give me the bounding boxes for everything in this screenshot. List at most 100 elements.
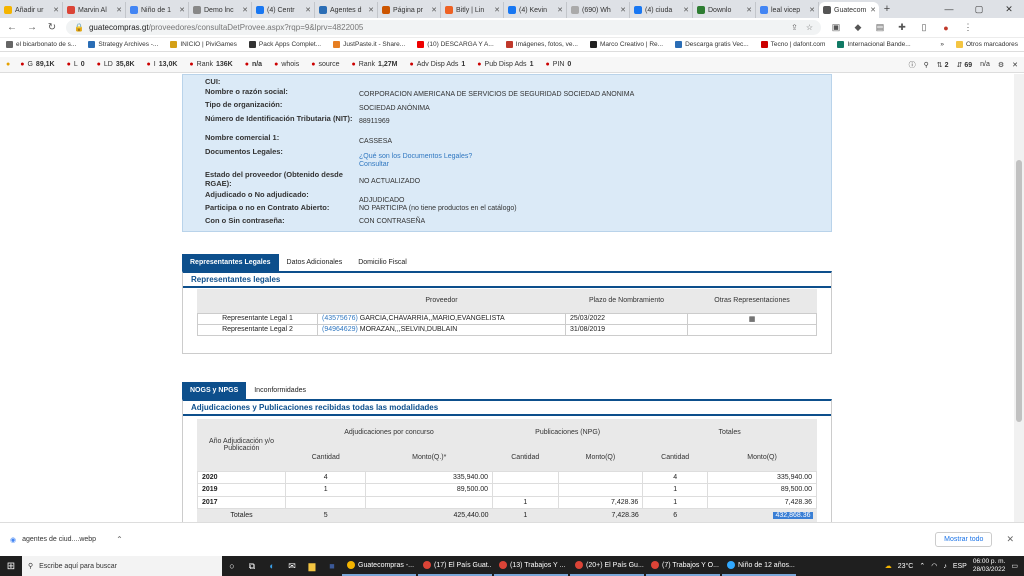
close-icon[interactable]: ✕ (809, 6, 815, 14)
close-icon[interactable]: ✕ (431, 6, 437, 14)
bookmark-item[interactable]: Marco Creativo | Re... (589, 41, 663, 48)
seo-close-icon[interactable]: ✕ (1012, 61, 1018, 69)
notifications-icon[interactable]: ▭ (1011, 562, 1018, 570)
wifi-icon[interactable]: ◠ (931, 562, 937, 570)
bookmark-item[interactable]: JustPaste.it - Share... (333, 41, 405, 48)
close-icon[interactable]: ✕ (1006, 534, 1014, 545)
extension-icon[interactable]: ◆ (851, 22, 865, 33)
tab-domicilio-fiscal[interactable]: Domicilio Fiscal (350, 254, 415, 271)
close-icon[interactable]: ✕ (368, 6, 374, 14)
bookmark-item[interactable]: Strategy Archives -... (88, 41, 158, 48)
task-view-icon[interactable]: ⧉ (242, 561, 262, 572)
seo-metric[interactable]: ● G 89,1K (20, 61, 54, 68)
tab-inconformidades[interactable]: Inconformidades (246, 382, 314, 399)
taskbar-search[interactable]: ⚲ Escribe aquí para buscar (22, 556, 222, 576)
seo-metric[interactable]: ● whois (274, 61, 299, 68)
clock[interactable]: 06:00 p. m. 28/03/2022 (973, 558, 1006, 574)
browser-tab[interactable]: Página pr ✕ (378, 2, 441, 18)
extension-icon[interactable]: ▣ (829, 22, 843, 33)
bookmark-item[interactable]: Pack Apps Complet... (248, 41, 321, 48)
rep-id-link[interactable]: (94964629) (322, 326, 358, 333)
bookmark-item[interactable]: INICIO | PiviGames (170, 41, 237, 48)
calendar-icon[interactable]: ▦ (749, 316, 756, 323)
seo-metric[interactable]: ● LD 35,8K (97, 61, 135, 68)
seo-metric[interactable]: ● Pub Disp Ads 1 (477, 61, 533, 68)
share-icon[interactable]: ⇪ (791, 23, 798, 32)
provider-field-value[interactable]: ¿Qué son los Documentos Legales? (359, 153, 472, 160)
tab-representantes[interactable]: Representantes Legales (182, 254, 279, 271)
bookmark-item[interactable]: Imágenes, fotos, ve... (505, 41, 578, 48)
cantidad-link[interactable]: 1 (492, 495, 559, 509)
cantidad-link[interactable]: 4 (284, 470, 367, 484)
taskbar-app[interactable]: (20+) El País Gu... (570, 556, 644, 576)
close-icon[interactable]: ✕ (746, 6, 752, 14)
close-window-icon[interactable]: ✕ (994, 0, 1024, 18)
close-icon[interactable]: ✕ (116, 6, 122, 14)
show-all-button[interactable]: Mostrar todo (935, 532, 993, 547)
page-scrollbar[interactable] (1014, 74, 1024, 522)
browser-tab[interactable]: Añadir ur ✕ (0, 2, 63, 18)
rep-id-link[interactable]: (43575676) (322, 315, 358, 322)
close-icon[interactable]: ✕ (305, 6, 311, 14)
minimize-icon[interactable]: — (934, 0, 964, 18)
cantidad-link[interactable]: 1 (284, 483, 367, 497)
seo-metric[interactable]: ● source (311, 61, 339, 68)
edge-icon[interactable]: ◐ (262, 561, 282, 571)
bookmark-item[interactable]: (10) DESCARGA Y A... (417, 41, 494, 48)
browser-tab[interactable]: leal vicep ✕ (756, 2, 819, 18)
tab-nogs-npgs[interactable]: NOGS y NPGS (182, 382, 247, 399)
new-tab-button[interactable]: + (879, 3, 895, 15)
close-icon[interactable]: ✕ (870, 6, 876, 14)
bookmark-item[interactable]: Internacional Bande... (837, 41, 911, 48)
browser-tab[interactable]: (4) Centr ✕ (252, 2, 315, 18)
bookmark-item[interactable]: el bicarbonato de s... (6, 41, 76, 48)
url-bar[interactable]: 🔒 guatecompras.gt/proveedores/consultaDe… (66, 20, 821, 35)
close-icon[interactable]: ✕ (620, 6, 626, 14)
cantidad-link[interactable] (492, 470, 559, 484)
profile-avatar[interactable]: ● (939, 23, 953, 33)
seo-metric[interactable]: ● Rank 1,27M (351, 61, 397, 68)
tray-arrow-icon[interactable]: ⌃ (919, 562, 925, 570)
close-icon[interactable]: ✕ (179, 6, 185, 14)
seo-link-icon[interactable]: ⚲ (924, 61, 929, 69)
taskbar-app[interactable]: Guatecompras -... (342, 556, 416, 576)
extension-icon[interactable]: ▤ (873, 22, 887, 33)
browser-tab[interactable]: Guatecom ✕ (819, 2, 879, 18)
browser-tab[interactable]: (4) Kevin ✕ (504, 2, 567, 18)
cantidad-link[interactable] (492, 483, 559, 497)
seo-metric[interactable]: ● PIN 0 (545, 61, 571, 68)
windows-start-icon[interactable]: ⊞ (0, 561, 22, 572)
browser-tab[interactable]: Agentes d ✕ (315, 2, 378, 18)
app-icon[interactable]: ■ (322, 561, 342, 571)
chevron-up-icon[interactable]: ⌃ (116, 535, 123, 544)
browser-tab[interactable]: Marvin Al ✕ (63, 2, 126, 18)
download-item[interactable]: ◉ agentes de ciud....webp (10, 536, 96, 544)
sidebar-icon[interactable]: ▯ (917, 22, 931, 33)
other-bookmarks[interactable]: Otros marcadores (955, 41, 1018, 48)
close-icon[interactable]: ✕ (683, 6, 689, 14)
consultar-link[interactable]: Consultar (359, 161, 389, 168)
seo-metric[interactable]: ● L 0 (67, 61, 85, 68)
menu-icon[interactable]: ⋮ (961, 22, 975, 33)
scrollbar-thumb[interactable] (1016, 160, 1022, 422)
seo-metric[interactable]: ● Rank 136K (189, 61, 232, 68)
bookmark-item[interactable]: Descarga gratis Vec... (675, 41, 749, 48)
cantidad-link[interactable] (284, 495, 367, 509)
extensions-puzzle-icon[interactable]: ✚ (895, 22, 909, 33)
reload-icon[interactable]: ↻ (46, 22, 58, 33)
close-icon[interactable]: ✕ (242, 6, 248, 14)
taskbar-app[interactable]: (17) El País Guat... (418, 556, 492, 576)
seo-settings-icon[interactable]: ⚙ (998, 61, 1004, 69)
language[interactable]: ESP (953, 563, 967, 570)
back-icon[interactable]: ← (6, 22, 18, 33)
bookmark-item[interactable]: Tecno | dafont.com (760, 41, 825, 48)
taskbar-app[interactable]: Niño de 12 años... (722, 556, 796, 576)
browser-tab[interactable]: (690) Wh ✕ (567, 2, 630, 18)
seo-metric[interactable]: ● I 13,0K (147, 61, 178, 68)
browser-tab[interactable]: Bitly | Lin ✕ (441, 2, 504, 18)
maximize-icon[interactable]: ▢ (964, 0, 994, 18)
mail-icon[interactable]: ✉ (282, 561, 302, 572)
tab-datos-adicionales[interactable]: Datos Adicionales (279, 254, 351, 271)
browser-tab[interactable]: Downlo ✕ (693, 2, 756, 18)
bookmarks-overflow-icon[interactable]: » (940, 41, 944, 48)
